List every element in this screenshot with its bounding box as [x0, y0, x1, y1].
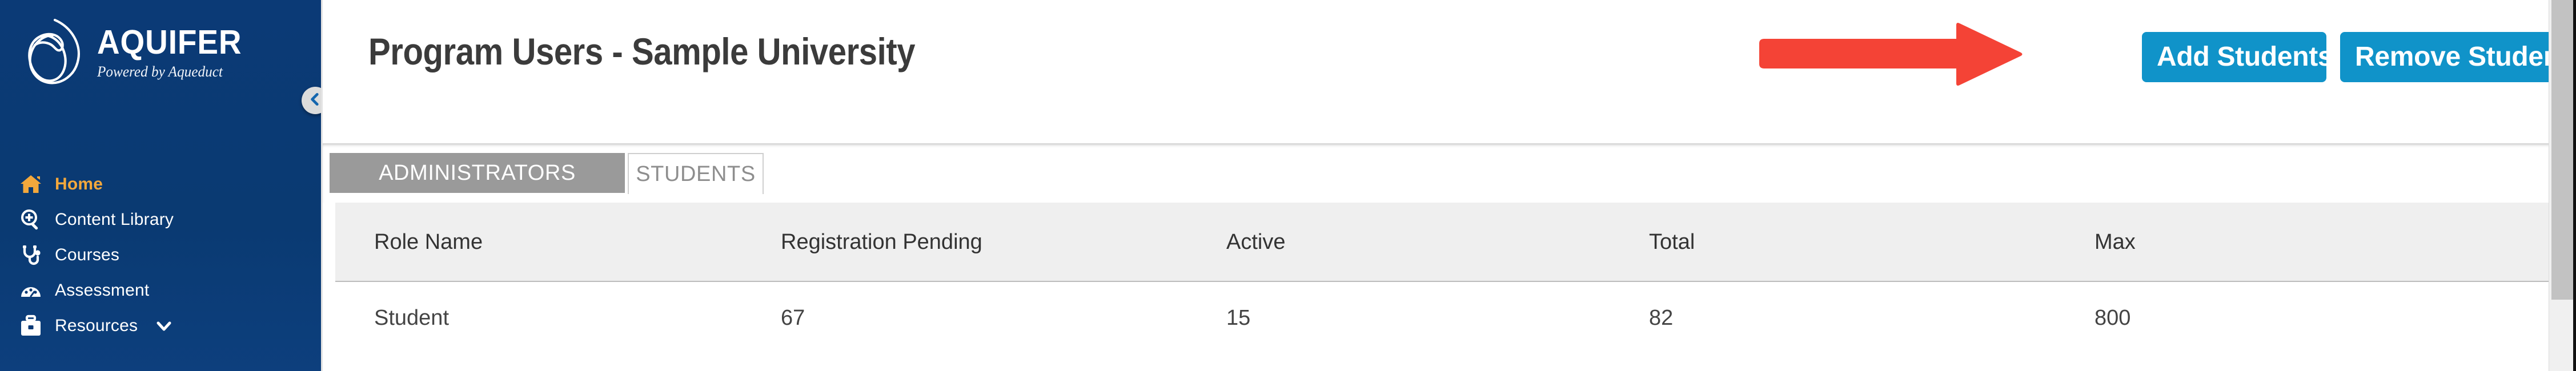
users-table-container: Role Name Registration Pending Active To…	[323, 203, 2576, 354]
chevron-down-icon[interactable]	[156, 318, 172, 334]
tab-students[interactable]: STUDENTS	[628, 153, 764, 194]
brand-logo[interactable]: AQUIFER Powered by Aqueduct	[19, 16, 253, 89]
table-row[interactable]: Student 67 15 82 800	[335, 281, 2563, 354]
users-table: Role Name Registration Pending Active To…	[335, 203, 2563, 354]
app-window: AQUIFER Powered by Aqueduct Home Content…	[0, 0, 2576, 371]
cell-role-name: Student	[335, 281, 781, 354]
remove-students-button[interactable]: Remove Students	[2340, 32, 2576, 82]
scrollbar-thumb[interactable]	[2551, 0, 2574, 300]
sidebar-item-courses[interactable]: Courses	[0, 237, 321, 273]
stethoscope-icon	[19, 244, 42, 267]
table-body: Student 67 15 82 800	[335, 281, 2563, 354]
tab-bar: ADMINISTRATORS STUDENTS	[323, 144, 2576, 203]
sidebar-item-label: Courses	[55, 245, 120, 264]
home-icon	[19, 173, 42, 196]
briefcase-icon	[19, 314, 42, 337]
sidebar-nav: Home Content Library Courses Assessment …	[0, 167, 321, 344]
column-header-max[interactable]: Max	[2094, 203, 2563, 282]
aquifer-drop-logo-icon	[19, 16, 87, 89]
sidebar: AQUIFER Powered by Aqueduct Home Content…	[0, 0, 321, 371]
brand-text: AQUIFER Powered by Aqueduct	[97, 26, 253, 79]
sidebar-item-assessment[interactable]: Assessment	[0, 273, 321, 308]
brand-tagline: Powered by Aqueduct	[97, 63, 223, 80]
sidebar-item-resources[interactable]: Resources	[0, 308, 321, 344]
sidebar-item-label: Home	[55, 175, 103, 193]
table-head: Role Name Registration Pending Active To…	[335, 203, 2563, 282]
brand-name: AQUIFER	[97, 23, 242, 61]
main-content: Program Users - Sample University Add St…	[321, 0, 2576, 371]
tab-administrators[interactable]: ADMINISTRATORS	[330, 153, 625, 193]
sidebar-item-label: Content Library	[55, 210, 174, 229]
cell-total: 82	[1649, 281, 2094, 354]
cell-max: 800	[2094, 281, 2563, 354]
column-header-registration-pending[interactable]: Registration Pending	[781, 203, 1226, 282]
red-arrow-annotation-icon	[1754, 22, 2096, 86]
gauge-icon	[19, 279, 42, 302]
magnifier-plus-icon	[19, 208, 42, 231]
sidebar-collapse-button[interactable]	[302, 87, 321, 114]
page-title: Program Users - Sample University	[368, 30, 916, 72]
sidebar-item-label: Resources	[55, 316, 138, 335]
sidebar-item-home[interactable]: Home	[0, 167, 321, 202]
column-header-active[interactable]: Active	[1226, 203, 1649, 282]
sidebar-item-label: Assessment	[55, 281, 150, 300]
add-students-button[interactable]: Add Students	[2142, 32, 2333, 82]
cell-active: 15	[1226, 281, 1649, 354]
chevron-left-icon	[308, 92, 321, 110]
sidebar-item-content-library[interactable]: Content Library	[0, 202, 321, 237]
column-header-total[interactable]: Total	[1649, 203, 2094, 282]
column-header-role-name[interactable]: Role Name	[335, 203, 781, 282]
page-header: Program Users - Sample University Add St…	[323, 0, 2576, 144]
vertical-scrollbar[interactable]	[2549, 0, 2576, 371]
window-edge	[2573, 0, 2576, 371]
cell-registration-pending: 67	[781, 281, 1226, 354]
table-header-row: Role Name Registration Pending Active To…	[335, 203, 2563, 282]
